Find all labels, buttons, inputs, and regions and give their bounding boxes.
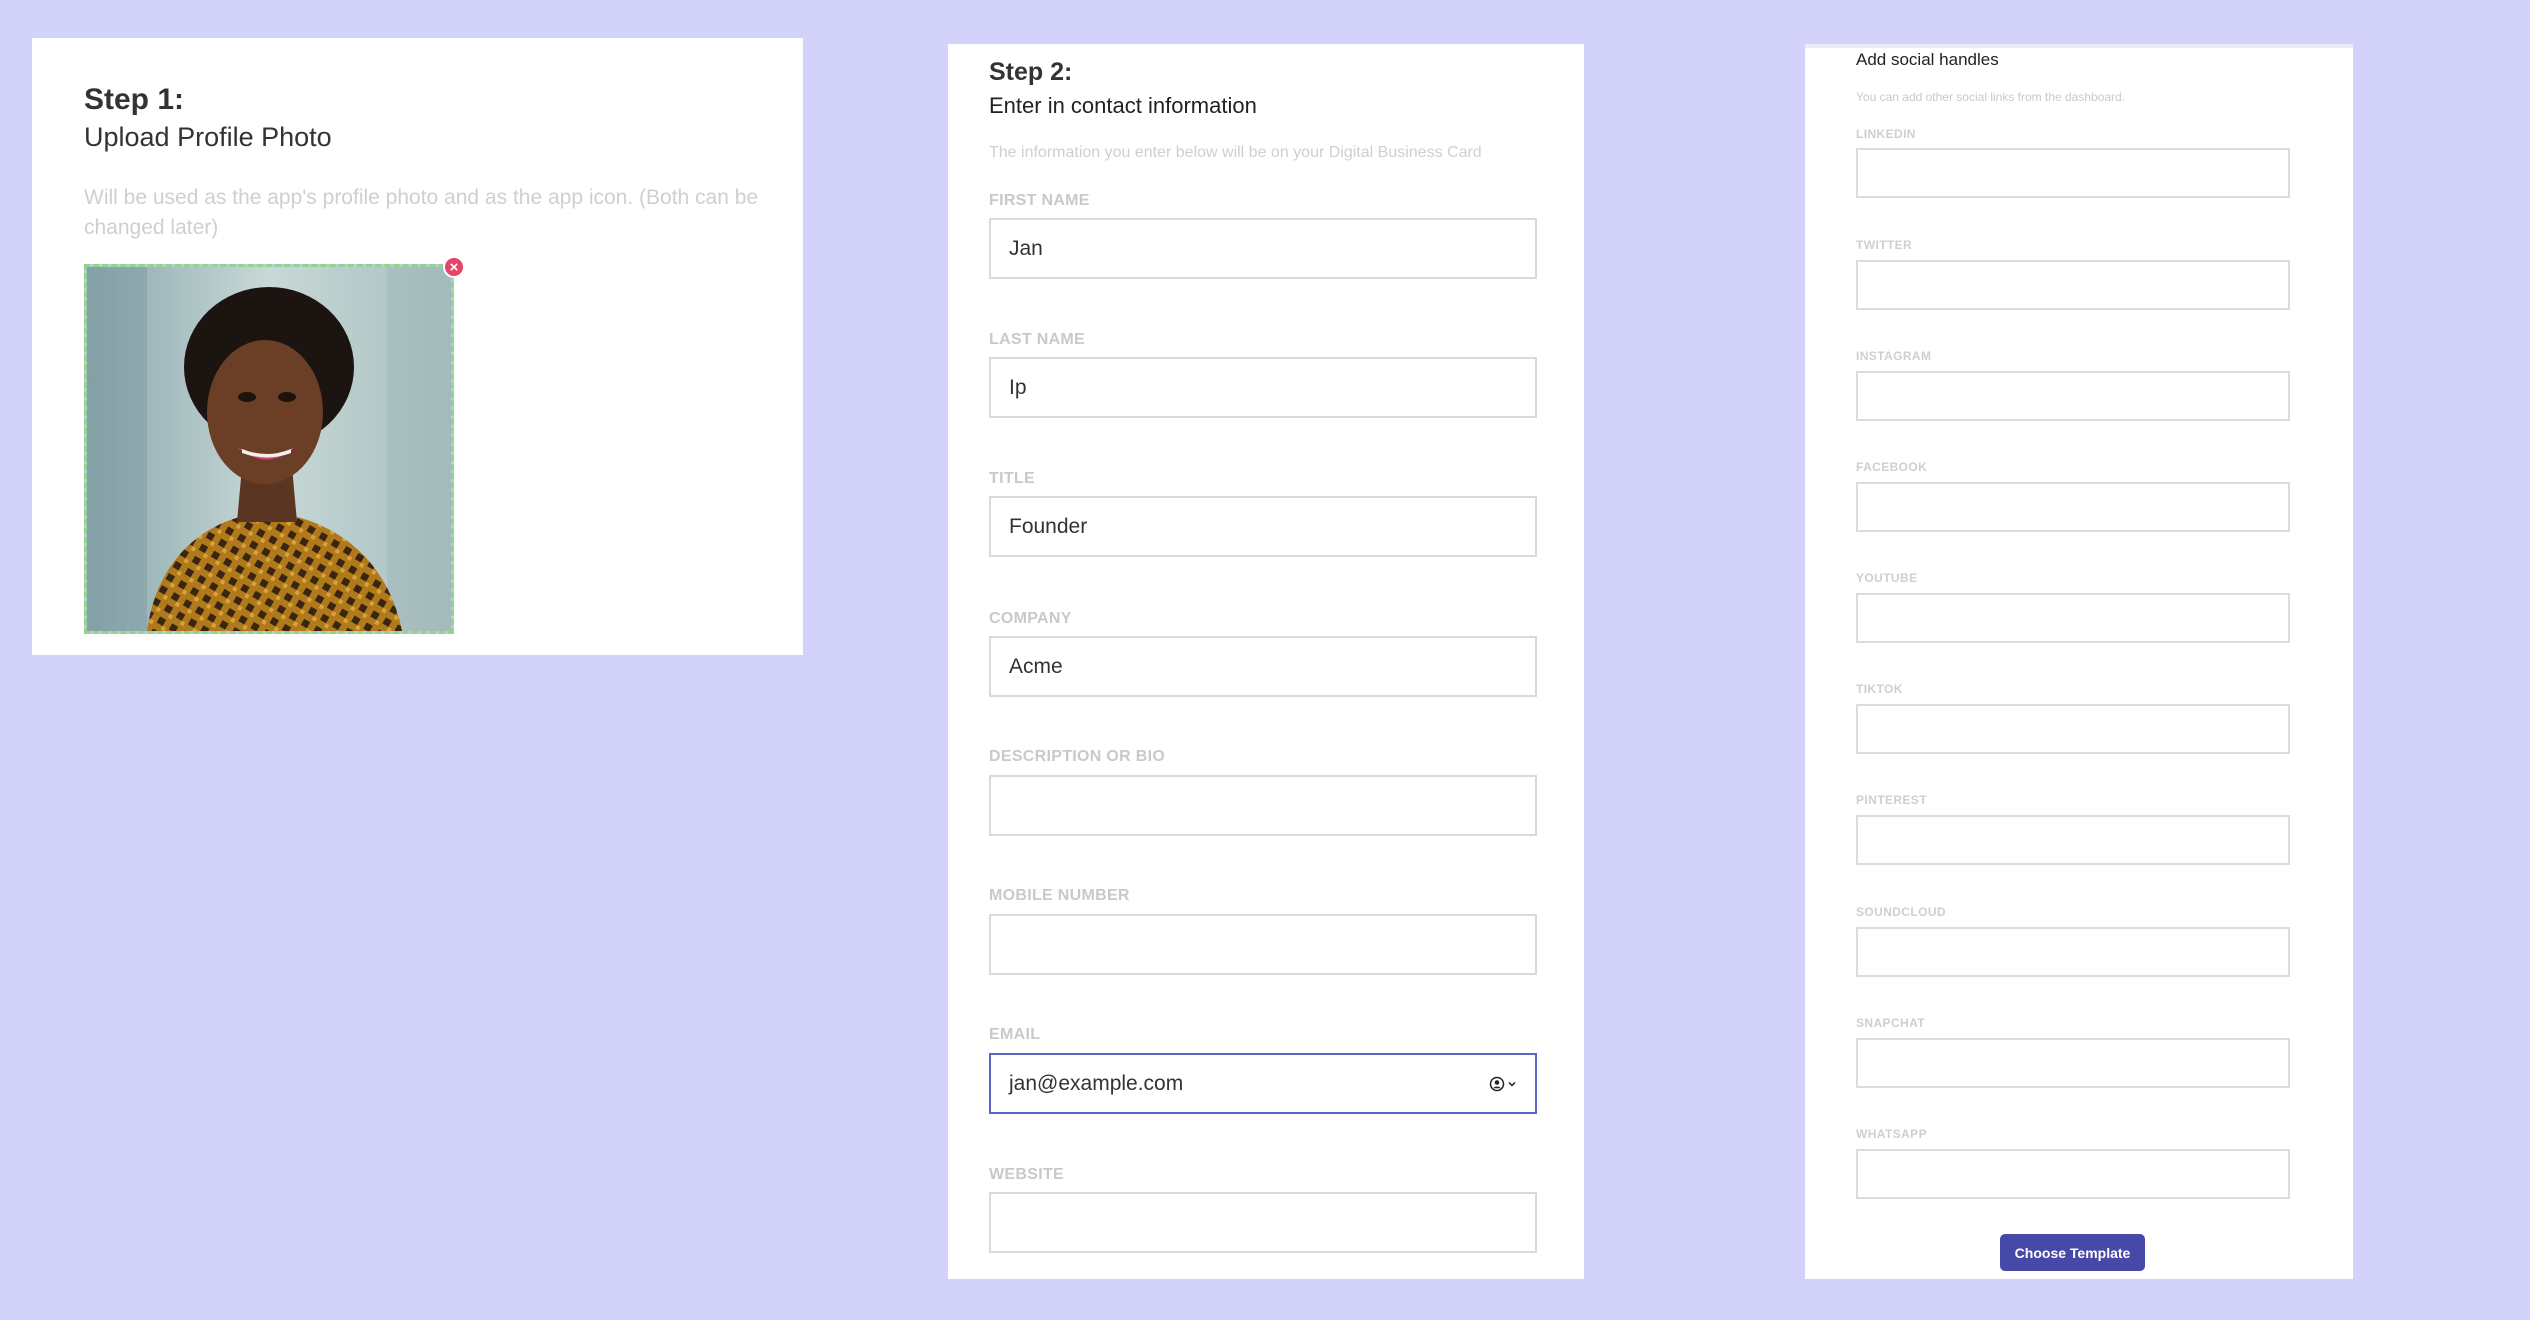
profile-photo-dropzone[interactable] bbox=[84, 264, 454, 634]
tiktok-label: TIKTOK bbox=[1856, 682, 1903, 696]
instagram-label: INSTAGRAM bbox=[1856, 349, 1932, 363]
first-name-value: Jan bbox=[1009, 236, 1043, 260]
soundcloud-input[interactable] bbox=[1856, 927, 2290, 977]
company-value: Acme bbox=[1009, 654, 1063, 678]
autofill-contact-icon[interactable] bbox=[1489, 1076, 1517, 1092]
snapchat-input[interactable] bbox=[1856, 1038, 2290, 1088]
instagram-input[interactable] bbox=[1856, 371, 2290, 421]
whatsapp-input[interactable] bbox=[1856, 1149, 2290, 1199]
email-input[interactable]: jan@example.com bbox=[989, 1053, 1537, 1114]
twitter-input[interactable] bbox=[1856, 260, 2290, 310]
step2-helper-text: The information you enter below will be … bbox=[989, 144, 1482, 161]
soundcloud-label: SOUNDCLOUD bbox=[1856, 905, 1946, 919]
title-label: TITLE bbox=[989, 470, 1035, 487]
chevron-down-icon bbox=[1508, 1081, 1516, 1087]
bio-input[interactable] bbox=[989, 775, 1537, 836]
pinterest-input[interactable] bbox=[1856, 815, 2290, 865]
pinterest-label: PINTEREST bbox=[1856, 793, 1927, 807]
email-label: EMAIL bbox=[989, 1026, 1041, 1043]
tiktok-input[interactable] bbox=[1856, 704, 2290, 754]
bio-label: DESCRIPTION OR BIO bbox=[989, 748, 1166, 765]
mobile-number-label: MOBILE NUMBER bbox=[989, 887, 1130, 904]
website-label: WEBSITE bbox=[989, 1166, 1064, 1183]
social-handles-panel: Add social handles You can add other soc… bbox=[1805, 44, 2353, 1279]
title-value: Founder bbox=[1009, 514, 1088, 538]
step1-subheading: Upload Profile Photo bbox=[84, 122, 332, 152]
profile-photo bbox=[87, 267, 451, 631]
mobile-number-input[interactable] bbox=[989, 914, 1537, 975]
linkedin-label: LINKEDIN bbox=[1856, 127, 1916, 141]
social-handles-helper: You can add other social links from the … bbox=[1856, 90, 2126, 104]
company-label: COMPANY bbox=[989, 610, 1072, 627]
first-name-input[interactable]: Jan bbox=[989, 218, 1537, 279]
facebook-label: FACEBOOK bbox=[1856, 460, 1928, 474]
website-input[interactable] bbox=[989, 1192, 1537, 1253]
panel-top-border bbox=[1805, 44, 2353, 48]
whatsapp-label: WHATSAPP bbox=[1856, 1127, 1927, 1141]
twitter-label: TWITTER bbox=[1856, 238, 1913, 252]
step1-heading: Step 1: bbox=[84, 83, 185, 116]
linkedin-input[interactable] bbox=[1856, 148, 2290, 198]
first-name-label: FIRST NAME bbox=[989, 192, 1090, 209]
company-input[interactable]: Acme bbox=[989, 636, 1537, 697]
contact-card-icon bbox=[1489, 1076, 1505, 1091]
email-value: jan@example.com bbox=[1009, 1071, 1184, 1095]
last-name-input[interactable]: Ip bbox=[989, 357, 1537, 418]
remove-photo-icon[interactable]: × bbox=[443, 256, 465, 278]
step2-subheading: Enter in contact information bbox=[989, 93, 1257, 118]
youtube-input[interactable] bbox=[1856, 593, 2290, 643]
last-name-value: Ip bbox=[1009, 375, 1027, 399]
contact-info-panel: Step 2: Enter in contact information The… bbox=[948, 44, 1584, 1279]
title-input[interactable]: Founder bbox=[989, 496, 1537, 557]
facebook-input[interactable] bbox=[1856, 482, 2290, 532]
step2-heading: Step 2: bbox=[989, 58, 1073, 86]
choose-template-button[interactable]: Choose Template bbox=[2000, 1234, 2145, 1271]
upload-photo-panel: Step 1: Upload Profile Photo Will be use… bbox=[32, 38, 803, 655]
last-name-label: LAST NAME bbox=[989, 331, 1086, 348]
step1-helper-text: Will be used as the app's profile photo … bbox=[84, 186, 759, 239]
social-handles-title: Add social handles bbox=[1856, 50, 1999, 69]
snapchat-label: SNAPCHAT bbox=[1856, 1016, 1925, 1030]
youtube-label: YOUTUBE bbox=[1856, 571, 1918, 585]
